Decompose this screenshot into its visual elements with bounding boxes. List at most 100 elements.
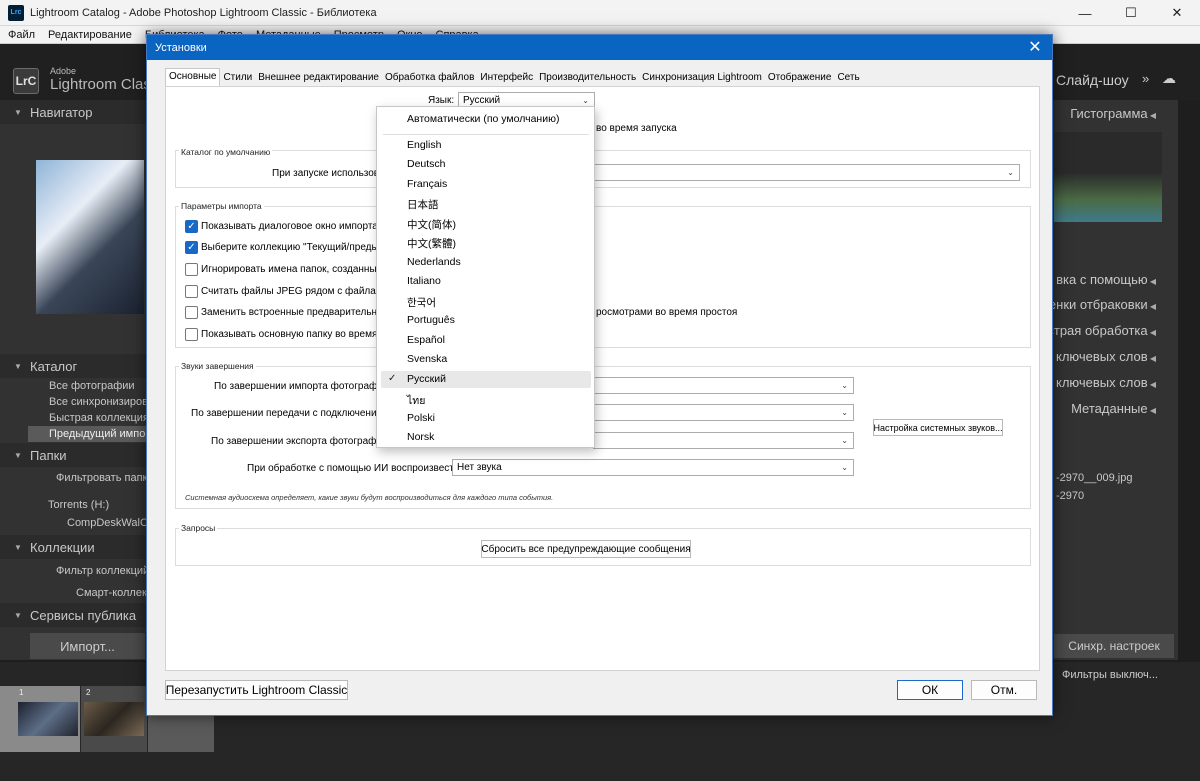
catalog-previous-import[interactable]: Предыдущий импорт [49,428,156,440]
sounds-group-title: Звуки завершения [179,361,256,371]
folders-header[interactable]: Папки [0,443,150,467]
language-option-swedish[interactable]: Svenska [407,353,447,365]
module-slideshow[interactable]: Слайд-шоу [1056,72,1129,88]
language-option-chinese-traditional[interactable]: 中文(繁體) [407,236,456,251]
histogram-header[interactable]: Гистограмма [1070,106,1156,121]
catalog-quick-collection[interactable]: Быстрая коллекция + [49,412,158,424]
language-option-german[interactable]: Deutsch [407,158,446,170]
import-group-title: Параметры импорта [179,201,264,211]
tab-presets[interactable]: Стили [220,70,255,87]
right-item-1[interactable]: вка с помощью [1056,272,1156,287]
import-option-6-checkbox[interactable] [185,328,198,341]
sound-import-select[interactable]: ⌄ [593,377,854,394]
tab-display[interactable]: Отображение [765,70,835,87]
language-option-auto[interactable]: Автоматически (по умолчанию) [407,113,559,125]
thumb-image-2[interactable] [84,702,144,736]
tab-content-general: Язык: Русский ⌄ во время запуска Каталог… [165,86,1040,671]
cloud-sync-icon[interactable]: ☁ [1162,70,1176,87]
window-titlebar: Lrc Lightroom Catalog - Adobe Photoshop … [0,0,1200,26]
language-option-chinese-simplified[interactable]: 中文(简体) [407,217,456,232]
window-title: Lightroom Catalog - Adobe Photoshop Ligh… [30,6,377,19]
tab-general[interactable]: Основные [165,68,221,87]
tab-lightroom-sync[interactable]: Синхронизация Lightroom [639,70,765,87]
language-select-value: Русский [463,95,501,106]
menu-edit[interactable]: Редактирование [48,29,132,41]
catalog-all-photos[interactable]: Все фотографии [49,380,135,392]
language-option-dutch[interactable]: Nederlands [407,256,461,268]
import-button[interactable]: Импорт... [30,633,145,659]
tab-file-handling[interactable]: Обработка файлов [382,70,477,87]
navigator-preview-image [36,160,144,314]
menu-file[interactable]: Файл [8,29,35,41]
chevron-down-icon: ⌄ [841,436,848,445]
reset-warnings-button[interactable]: Сбросить все предупреждающие сообщения [481,540,691,558]
sound-tether-select[interactable]: ⌄ [593,404,854,421]
metadata-header[interactable]: Метаданные [1071,401,1156,416]
right-item-2[interactable]: ненки отбраковки [1042,297,1156,312]
metadata-copyname: -2970 [1056,490,1085,502]
import-option-3-checkbox[interactable] [185,263,198,276]
import-option-4-label: Считать файлы JPEG рядом с файлами R [201,286,399,297]
catalog-startup-select[interactable]: ⌄ [593,164,1020,181]
import-option-5-checkbox[interactable] [185,306,198,319]
thumb-number-2: 2 [86,688,91,697]
language-option-polish[interactable]: Polski [407,412,435,424]
ok-button[interactable]: ОК [897,680,963,700]
right-item-3[interactable]: страя обработка [1047,323,1156,338]
tab-interface[interactable]: Интерфейс [477,70,536,87]
module-more-icon[interactable]: » [1142,71,1149,86]
right-item-4[interactable]: е ключевых слов [1045,349,1156,364]
sound-tether-label: По завершении передачи с подключением [191,408,389,419]
catalog-header[interactable]: Каталог [0,354,150,378]
import-option-1-checkbox[interactable]: ✓ [185,220,198,233]
system-sounds-button[interactable]: Настройка системных звуков... [873,419,1003,436]
navigator-header[interactable]: Навигатор [0,100,150,124]
language-option-portuguese[interactable]: Português [407,314,455,326]
language-option-norwegian[interactable]: Norsk [407,431,434,443]
dialog-close-icon[interactable]: ✕ [1026,38,1044,56]
restart-lightroom-button[interactable]: Перезапустить Lightroom Classic [165,680,348,700]
publish-services-header[interactable]: Сервисы публика [0,603,150,627]
language-label: Язык: [428,95,455,106]
catalog-startup-label: При запуске использова [272,168,385,179]
right-panel: Гистограмма вка с помощью ненки отбраков… [1042,100,1178,660]
chevron-down-icon: ⌄ [841,381,848,390]
drive-torrents[interactable]: Torrents (H:) [48,499,109,511]
tab-performance[interactable]: Производительность [536,70,639,87]
collections-filter[interactable]: Фильтр коллекций [56,565,149,577]
import-option-5-tail: росмотрами во время простоя [596,307,738,318]
collections-header[interactable]: Коллекции [0,535,150,559]
dialog-titlebar: Установки [147,35,1052,60]
sync-settings-button[interactable]: Синхр. настроек [1054,634,1174,658]
language-option-russian[interactable]: Русский [407,373,446,385]
right-item-5[interactable]: к ключевых слов [1047,375,1156,390]
language-option-spanish[interactable]: Español [407,334,445,346]
import-option-6-label: Показывать основную папку во время им [201,329,393,340]
catalog-all-synced[interactable]: Все синхронизирован [49,396,160,408]
language-option-korean[interactable]: 한국어 [407,295,436,310]
filter-status[interactable]: Фильтры выключ... [1062,669,1158,681]
import-option-2-checkbox[interactable]: ✓ [185,241,198,254]
window-close-button[interactable]: ✕ [1154,0,1200,26]
tab-external-editing[interactable]: Внешнее редактирование [255,70,382,87]
language-option-english[interactable]: English [407,139,441,151]
language-option-italian[interactable]: Italiano [407,275,441,287]
thumb-image-1[interactable] [18,702,78,736]
startup-option-tail: во время запуска [596,123,677,134]
language-option-thai[interactable]: ไทย [407,392,425,409]
maximize-button[interactable]: ☐ [1108,0,1154,26]
language-option-french[interactable]: Français [407,178,447,190]
minimize-button[interactable]: — [1062,0,1108,26]
folders-filter[interactable]: Фильтровать папки [56,472,153,484]
cancel-button[interactable]: Отм. [971,680,1037,700]
import-option-4-checkbox[interactable] [185,285,198,298]
language-option-japanese[interactable]: 日本語 [407,197,439,212]
chevron-down-icon: ⌄ [841,408,848,417]
sound-ai-select[interactable]: Нет звука ⌄ [452,459,854,476]
left-panel: Навигатор Каталог Все фотографии Все син… [0,100,166,660]
sound-export-select[interactable]: ⌄ [593,432,854,449]
thumb-number-1: 1 [19,688,24,697]
tab-network[interactable]: Сеть [834,70,862,87]
brand-large: Lightroom Class [50,76,159,93]
import-option-3-label: Игнорировать имена папок, созданные к [201,264,390,275]
